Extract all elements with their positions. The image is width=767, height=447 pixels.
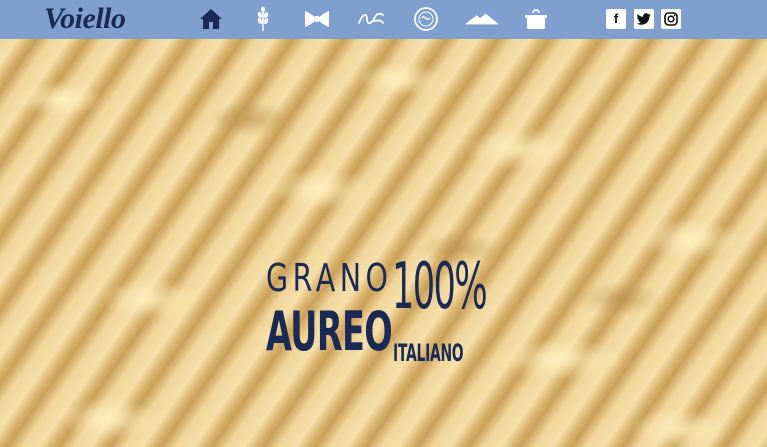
instagram-camera-icon (664, 12, 678, 26)
twitter-bird-icon (637, 13, 651, 25)
top-navbar: Voiello f (0, 0, 767, 39)
signature-icon[interactable] (356, 4, 386, 34)
home-icon[interactable] (196, 4, 226, 34)
pot-icon[interactable] (521, 4, 551, 34)
hero-pasta-banner: GRANO AUREO 100% ITALIANO (0, 39, 767, 447)
headline-aureo: AUREO (266, 300, 393, 363)
twitter-icon[interactable] (634, 9, 654, 29)
facebook-icon[interactable]: f (606, 9, 626, 29)
wheat-icon[interactable] (248, 4, 278, 34)
mountain-icon[interactable] (464, 4, 500, 34)
farfalle-pasta-icon[interactable] (302, 4, 332, 34)
brand-logo[interactable]: Voiello (44, 2, 126, 36)
headline-grano: GRANO (266, 256, 393, 300)
headline-100-percent: 100% (392, 250, 488, 324)
headline-italiano: ITALIANO (393, 339, 464, 367)
instagram-icon[interactable] (661, 9, 681, 29)
hero-headline: GRANO AUREO 100% ITALIANO (0, 39, 767, 447)
seal-icon[interactable] (411, 4, 441, 34)
facebook-glyph: f (613, 11, 619, 26)
